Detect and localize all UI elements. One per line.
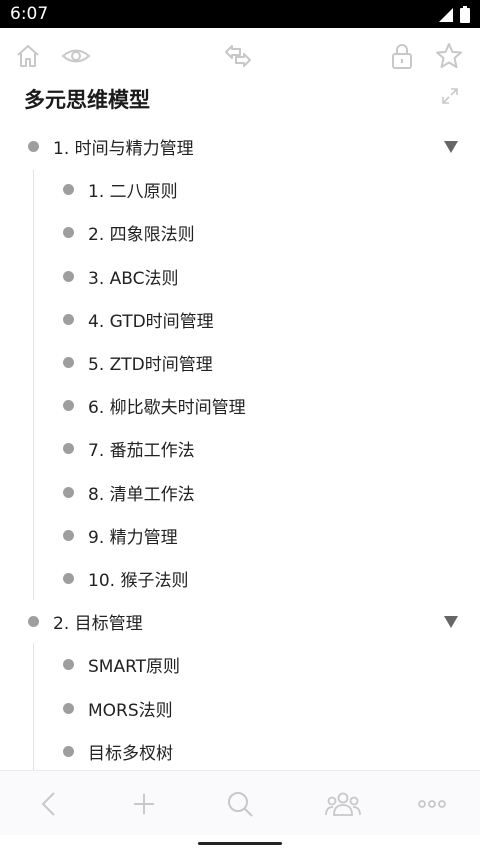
- bullet-dot[interactable]: [63, 270, 74, 282]
- signal-icon: [439, 7, 453, 22]
- outline-item-label: 3. ABC法则: [88, 268, 179, 289]
- outline-item-label: 10. 猴子法则: [88, 571, 189, 591]
- status-time: 6:07: [10, 4, 49, 24]
- outline-item-label: 5. ZTD时间管理: [88, 355, 213, 375]
- outline-item-label: 6. 柳比歇夫时间管理: [88, 398, 246, 419]
- lock-icon[interactable]: [387, 41, 417, 71]
- outline-item-label: 9. 精力管理: [88, 527, 178, 548]
- outline-section[interactable]: 2. 目标管理: [0, 600, 480, 643]
- bullet-dot[interactable]: [63, 702, 74, 714]
- outline-item-label: SMART原则: [88, 657, 181, 678]
- add-icon[interactable]: [129, 789, 159, 819]
- outline-item-label: 目标多杈树: [88, 743, 173, 764]
- status-bar: 6:07: [0, 0, 480, 28]
- bullet-dot[interactable]: [63, 573, 74, 584]
- outline-item-label: 1. 时间与精力管理: [53, 139, 194, 159]
- outline-item[interactable]: 5. ZTD时间管理: [0, 341, 480, 384]
- expand-icon[interactable]: [440, 86, 460, 106]
- bullet-dot[interactable]: [63, 443, 74, 455]
- system-nav-bar: [0, 835, 480, 853]
- bullet-dot[interactable]: [63, 400, 74, 412]
- bullet-dot[interactable]: [63, 357, 74, 368]
- bullet-dot[interactable]: [63, 227, 74, 239]
- bottom-toolbar: [0, 770, 480, 836]
- collaborators-icon[interactable]: [324, 789, 362, 819]
- outline-item-label: 2. 四象限法则: [88, 225, 195, 246]
- back-icon[interactable]: [34, 789, 64, 819]
- battery-icon: [460, 6, 470, 23]
- note-toolbar: [0, 28, 480, 82]
- outline-section[interactable]: 1. 时间与精力管理: [0, 125, 480, 168]
- collapse-triangle-icon[interactable]: [444, 615, 458, 628]
- outline-item[interactable]: 8. 清单工作法: [0, 471, 480, 514]
- outline-item[interactable]: 4. GTD时间管理: [0, 298, 480, 341]
- collapse-triangle-icon[interactable]: [444, 140, 458, 153]
- outline-item-label: 1. 二八原则: [88, 182, 178, 203]
- outline-item[interactable]: MORS法则: [0, 687, 480, 730]
- more-icon[interactable]: [416, 789, 448, 819]
- bullet-dot[interactable]: [28, 616, 39, 628]
- outline-item[interactable]: 6. 柳比歇夫时间管理: [0, 384, 480, 427]
- outline-item[interactable]: 3. ABC法则: [0, 255, 480, 298]
- outline-item-label: 7. 番茄工作法: [88, 441, 195, 462]
- outline-item[interactable]: 1. 二八原则: [0, 168, 480, 211]
- home-gesture-bar[interactable]: [198, 842, 282, 845]
- eye-icon[interactable]: [61, 41, 91, 71]
- bullet-dot[interactable]: [63, 486, 74, 498]
- status-icons: [438, 6, 470, 23]
- home-icon[interactable]: [13, 41, 43, 71]
- bullet-dot[interactable]: [63, 745, 74, 757]
- outline-item-label: 8. 清单工作法: [88, 484, 195, 505]
- bullet-dot[interactable]: [63, 659, 74, 671]
- bullet-dot[interactable]: [63, 313, 74, 325]
- bullet-dot[interactable]: [63, 529, 74, 541]
- bullet-dot[interactable]: [28, 141, 39, 152]
- outline-item[interactable]: 9. 精力管理: [0, 514, 480, 557]
- search-icon[interactable]: [225, 789, 255, 819]
- swap-arrows-icon[interactable]: [223, 41, 253, 71]
- page-title: 多元思维模型: [24, 88, 150, 112]
- outline-item[interactable]: 目标多杈树: [0, 730, 480, 773]
- outline-item-label: 4. GTD时间管理: [88, 311, 214, 332]
- star-icon[interactable]: [434, 41, 464, 71]
- outline-item-label: MORS法则: [88, 700, 173, 721]
- outline-item[interactable]: 10. 猴子法则: [0, 557, 480, 600]
- outline-item[interactable]: 7. 番茄工作法: [0, 427, 480, 470]
- bullet-dot[interactable]: [63, 184, 74, 196]
- outline-item-label: 2. 目标管理: [53, 614, 143, 635]
- outline-item[interactable]: 2. 四象限法则: [0, 211, 480, 254]
- outline-item[interactable]: SMART原则: [0, 643, 480, 686]
